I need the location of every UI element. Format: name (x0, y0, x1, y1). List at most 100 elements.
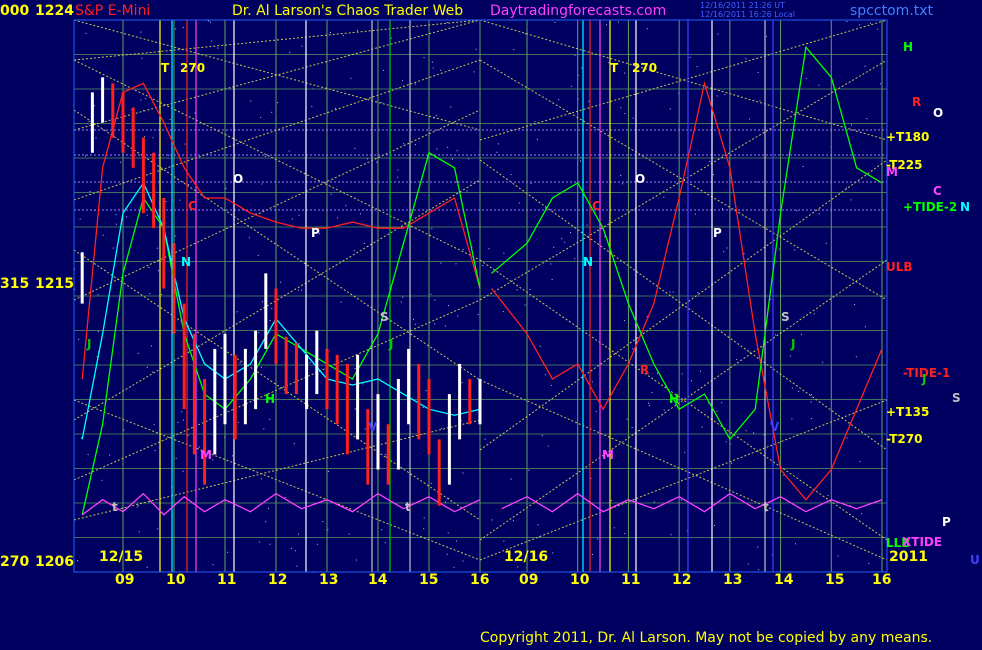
star-dot (295, 550, 297, 552)
date-label-day2: 12/16 (504, 549, 549, 565)
star-dot (770, 298, 772, 300)
star-dot (502, 311, 504, 313)
star-dot (680, 499, 682, 501)
star-dot (714, 524, 716, 526)
star-dot (606, 24, 608, 26)
star-dot (425, 390, 427, 392)
star-dot (496, 151, 498, 153)
star-dot (260, 478, 262, 480)
star-dot (564, 241, 566, 243)
star-dot (298, 214, 300, 216)
hour-label: 12 (672, 572, 692, 588)
star-dot (745, 430, 747, 432)
star-dot (632, 117, 634, 119)
star-dot (148, 266, 150, 268)
chart-label-n: N (583, 255, 594, 269)
star-dot (621, 183, 623, 185)
y-label-top-value: 1224 (35, 3, 74, 19)
star-dot (376, 161, 378, 163)
star-dot (503, 252, 505, 254)
hour-label: 15 (825, 572, 845, 588)
star-dot (231, 455, 233, 457)
star-dot (177, 422, 179, 424)
star-dot (401, 80, 403, 82)
star-dot (716, 410, 718, 412)
star-dot (138, 531, 140, 533)
chart-label-t-small: t (112, 500, 118, 514)
star-dot (435, 115, 437, 117)
star-dot (850, 124, 852, 126)
star-dot (537, 524, 539, 526)
star-dot (354, 408, 356, 410)
right-label-c: C (933, 184, 942, 198)
star-dot (879, 83, 881, 85)
star-dot (258, 332, 260, 334)
star-dot (503, 540, 505, 542)
star-dot (447, 532, 449, 534)
star-dot (257, 254, 259, 256)
star-dot (624, 533, 626, 535)
star-dot (731, 462, 733, 464)
star-dot (620, 107, 622, 109)
star-dot (477, 313, 479, 315)
star-dot (175, 457, 177, 459)
star-dot (632, 348, 634, 350)
star-dot (510, 174, 512, 176)
star-dot (524, 304, 526, 306)
star-dot (102, 234, 104, 236)
star-dot (536, 138, 538, 140)
star-dot (431, 228, 433, 230)
star-dot (550, 384, 552, 386)
star-dot (89, 191, 91, 193)
chart-label-o: O (635, 172, 646, 186)
right-label-t270: -T270 (886, 432, 923, 446)
left-code: 000 (0, 3, 30, 19)
right-label-s: S (952, 391, 961, 405)
star-dot (290, 547, 292, 549)
star-dot (340, 301, 342, 303)
chart-title: Dr. Al Larson's Chaos Trader Web (232, 3, 464, 19)
star-dot (775, 334, 777, 336)
right-label-u: U (970, 553, 980, 567)
star-dot (383, 69, 385, 71)
star-dot (623, 320, 625, 322)
right-label-t180: +T180 (886, 130, 930, 144)
star-dot (547, 445, 549, 447)
star-dot (354, 147, 356, 149)
star-dot (316, 543, 318, 545)
star-dot (794, 249, 796, 251)
star-dot (182, 419, 184, 421)
star-dot (140, 31, 142, 33)
series-line (81, 82, 481, 380)
hour-label: 13 (723, 572, 743, 588)
star-dot (818, 84, 820, 86)
star-dot (174, 235, 176, 237)
star-dot (810, 394, 812, 396)
star-dot (146, 566, 148, 568)
star-dot (716, 95, 718, 97)
chart-label-s: S (380, 310, 389, 324)
star-dot (534, 121, 536, 123)
star-dot (423, 57, 425, 59)
chart-label-p: P (311, 226, 320, 240)
star-dot (721, 208, 723, 210)
star-dot (845, 187, 847, 189)
series-line (81, 181, 481, 440)
star-dot (327, 470, 329, 472)
star-dot (753, 432, 755, 434)
star-dot (156, 247, 158, 249)
star-dot (169, 118, 171, 120)
star-dot (647, 402, 649, 404)
chart-label-o: O (233, 172, 244, 186)
star-dot (151, 371, 153, 373)
star-dot (529, 288, 531, 290)
star-dot (187, 183, 189, 185)
star-dot (397, 176, 399, 178)
star-dot (518, 202, 520, 204)
star-dot (423, 528, 425, 530)
star-dot (805, 77, 807, 79)
chart-label-m: M (200, 448, 212, 462)
star-dot (120, 161, 122, 163)
y-label-mid-code: 315 (0, 276, 30, 292)
star-dot (288, 150, 290, 152)
